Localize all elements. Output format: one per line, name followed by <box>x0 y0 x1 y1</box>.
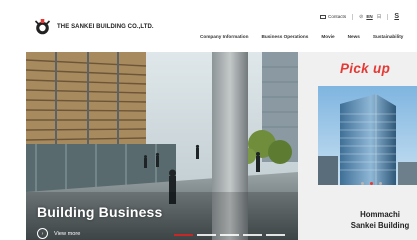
site-logo[interactable]: THE SANKEI BUILDING CO.,LTD. <box>33 17 154 36</box>
contacts-link[interactable]: Contacts <box>320 14 346 19</box>
pickup-dots <box>361 182 388 185</box>
pickup-photo[interactable] <box>318 86 417 185</box>
nav-news[interactable]: News <box>348 34 360 39</box>
nav-sustainability[interactable]: Sustainability <box>373 34 403 39</box>
mail-icon <box>320 14 326 19</box>
nav-movie[interactable]: Movie <box>321 34 334 39</box>
slide-indicator[interactable] <box>243 234 262 236</box>
slide-indicator[interactable] <box>266 234 285 236</box>
nav-company-information[interactable]: Company Information <box>200 34 248 39</box>
logo-text: THE SANKEI BUILDING CO.,LTD. <box>57 23 154 30</box>
view-more-link[interactable]: › View more <box>37 228 80 239</box>
hero-title: Building Business <box>37 204 163 220</box>
pickup-caption[interactable]: Hommachi Sankei Building <box>338 209 417 231</box>
carousel-dot[interactable] <box>361 182 364 185</box>
carousel-dot[interactable] <box>370 182 373 185</box>
nav-business-operations[interactable]: Business Operations <box>261 34 308 39</box>
pickup-caption-line1: Hommachi <box>360 210 400 219</box>
building-image <box>318 86 417 185</box>
lang-en-link[interactable]: EN <box>366 14 372 19</box>
divider <box>352 13 354 20</box>
slide-indicator[interactable] <box>197 234 216 236</box>
chevron-right-icon: › <box>37 228 48 239</box>
pickup-caption-line2: Sankei Building <box>350 221 410 230</box>
sankei-logo-icon <box>33 17 52 36</box>
global-nav: Company Information Business Operations … <box>200 34 416 39</box>
search-link[interactable]: S <box>394 13 399 20</box>
slide-indicators <box>174 234 289 236</box>
site-header: THE SANKEI BUILDING CO.,LTD. Contacts ⊘ … <box>0 0 417 52</box>
carousel-dot[interactable] <box>379 182 382 185</box>
view-more-label: View more <box>54 230 81 237</box>
lang-ja-link[interactable]: 日 <box>377 14 382 20</box>
pickup-title: Pick up <box>340 61 391 76</box>
slide-indicator[interactable] <box>174 234 193 236</box>
contacts-label: Contacts <box>328 14 347 19</box>
pickup-panel: Pick up Hommachi Sankei Building <box>298 52 417 240</box>
utility-nav: Contacts ⊘ EN 日 S <box>320 13 399 20</box>
slide-indicator[interactable] <box>220 234 239 236</box>
globe-icon: ⊘ <box>359 13 364 20</box>
divider <box>387 13 389 20</box>
hero-slider[interactable]: Building Business › View more <box>26 52 298 240</box>
